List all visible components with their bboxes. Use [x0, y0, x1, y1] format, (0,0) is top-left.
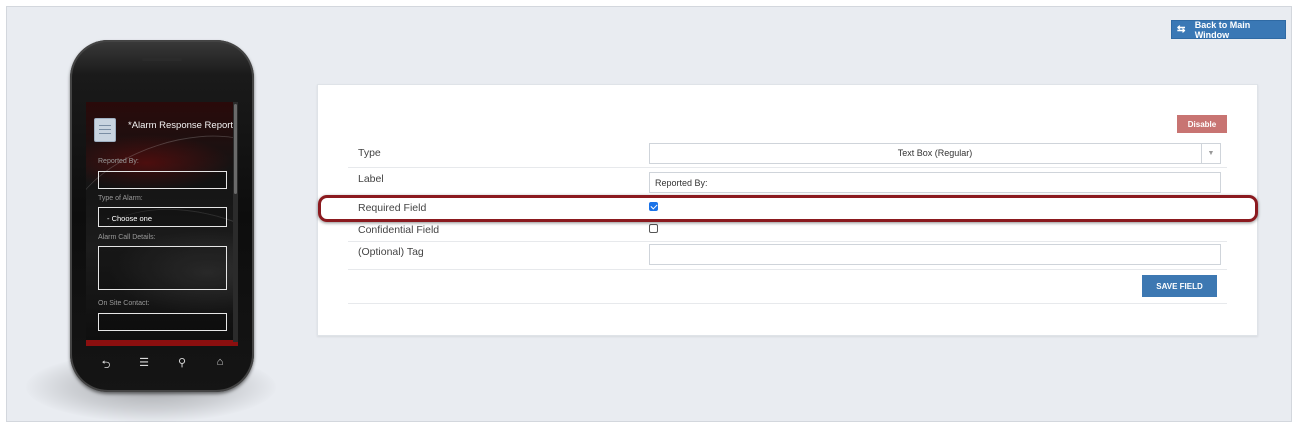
chevron-down-icon: ▼	[1201, 144, 1220, 163]
reported-by-input[interactable]	[98, 171, 227, 189]
on-site-contact-label: On Site Contact:	[98, 300, 150, 307]
search-icon[interactable]: ⚲	[172, 356, 192, 372]
type-of-alarm-label: Type of Alarm:	[98, 195, 143, 202]
back-to-main-label: Back to Main Window	[1194, 19, 1251, 40]
on-site-contact-input[interactable]	[98, 313, 227, 331]
phone-screen: *Alarm Response Report Reported By: Type…	[86, 102, 238, 346]
required-checkbox[interactable]	[649, 202, 658, 211]
label-label: Label	[358, 173, 384, 185]
menu-icon[interactable]: ☰	[134, 356, 154, 372]
required-row: Required Field	[348, 198, 1227, 221]
disable-button[interactable]: Disable	[1177, 115, 1227, 133]
type-select-value: Text Box (Regular)	[897, 148, 973, 158]
phone-preview: *Alarm Response Report Reported By: Type…	[70, 40, 254, 392]
alarm-call-details-label: Alarm Call Details:	[98, 234, 156, 241]
form-title: *Alarm Response Report	[128, 120, 234, 131]
screen-footer-strip	[86, 340, 238, 346]
home-icon[interactable]: ⌂	[210, 356, 230, 372]
save-row	[348, 270, 1227, 304]
tag-input[interactable]	[649, 244, 1221, 265]
save-field-button[interactable]: SAVE FIELD	[1142, 275, 1217, 297]
tag-label: (Optional) Tag	[358, 246, 424, 258]
type-label: Type	[358, 147, 381, 159]
type-of-alarm-select[interactable]: - Choose one	[98, 207, 227, 227]
alarm-call-details-textarea[interactable]	[98, 246, 227, 290]
label-input[interactable]: Reported By:	[649, 172, 1221, 193]
required-label: Required Field	[358, 202, 427, 214]
phone-earpiece	[142, 58, 182, 61]
screen-scrollbar[interactable]	[233, 102, 238, 342]
back-to-main-button[interactable]: ⇆ Back to Main Window	[1171, 19, 1286, 40]
confidential-label: Confidential Field	[358, 224, 440, 236]
scrollbar-thumb[interactable]	[234, 104, 237, 194]
field-editor-card: Disable Type Text Box (Regular) ▼ Label …	[317, 84, 1258, 336]
form-document-icon	[94, 118, 116, 142]
confidential-row: Confidential Field	[348, 221, 1227, 242]
phone-nav-bar: ⮌ ☰ ⚲ ⌂	[96, 356, 230, 372]
exchange-arrows-icon: ⇆	[1177, 24, 1186, 35]
type-select[interactable]: Text Box (Regular) ▼	[649, 143, 1221, 164]
reported-by-label: Reported By:	[98, 158, 139, 165]
back-icon[interactable]: ⮌	[96, 356, 116, 372]
confidential-checkbox[interactable]	[649, 224, 658, 233]
